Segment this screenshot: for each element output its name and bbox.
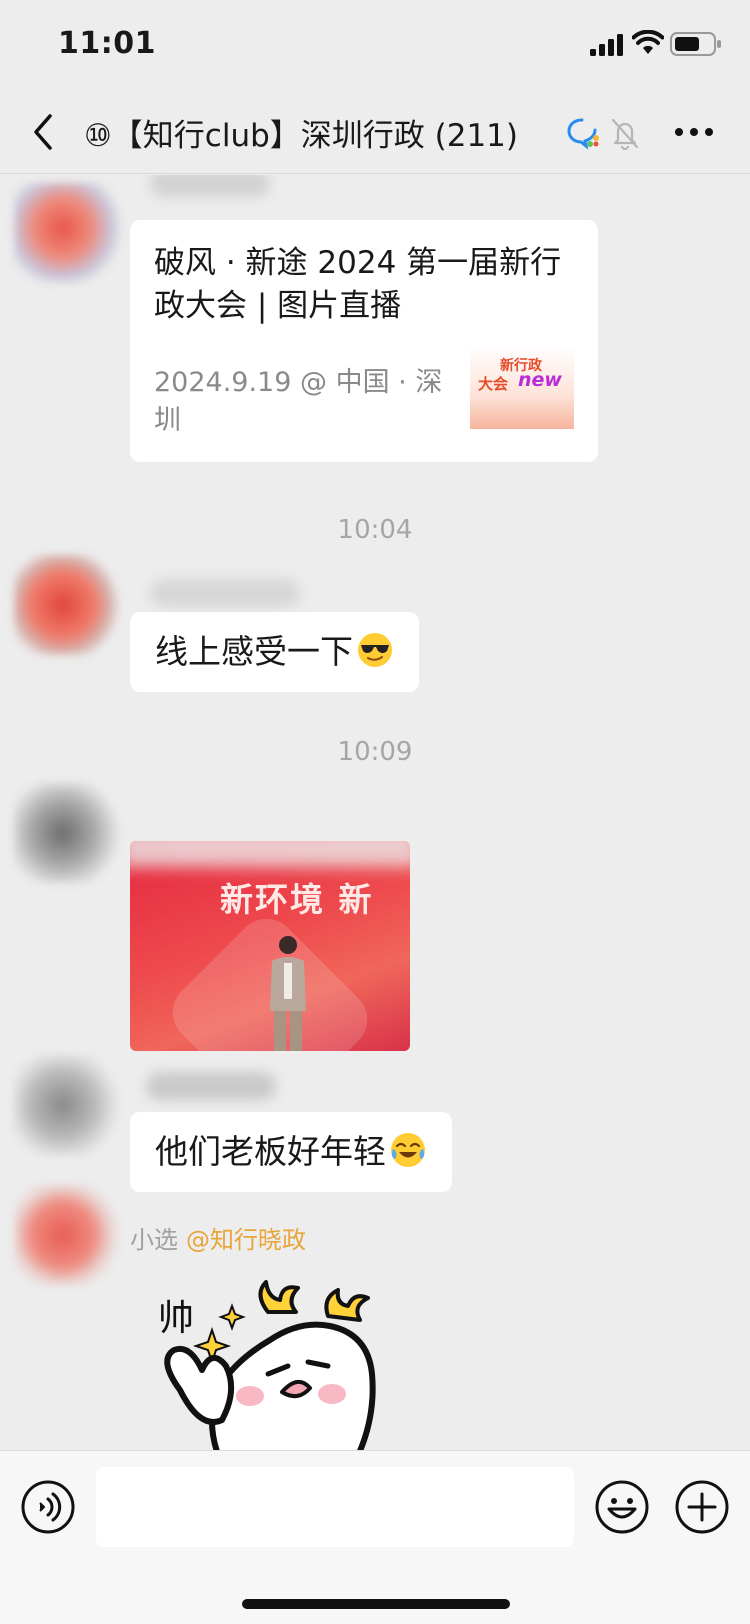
wifi-icon <box>632 30 664 54</box>
message-text: 他们老板好年轻 <box>155 1132 386 1171</box>
avatar[interactable] <box>14 1055 122 1155</box>
status-time: 11:01 <box>58 26 156 61</box>
laughing-crying-emoji-icon <box>391 1133 425 1167</box>
sunglasses-emoji-icon <box>358 633 392 667</box>
timestamp: 10:09 <box>337 737 413 767</box>
more-dots-icon[interactable] <box>674 122 714 142</box>
avatar[interactable] <box>14 1185 122 1285</box>
card-title: 破风 · 新途 2024 第一届新行政大会 | 图片直播 <box>154 245 562 324</box>
emoji-icon[interactable] <box>594 1479 650 1535</box>
voice-icon[interactable] <box>20 1479 76 1535</box>
thumb-text: 大会 <box>478 375 509 393</box>
mention-link[interactable]: @知行晓政 <box>186 1226 306 1254</box>
card-thumbnail: 新行政 大会 new <box>470 345 574 429</box>
avatar[interactable] <box>14 183 122 283</box>
image-message[interactable]: 新环境 新 <box>130 841 410 1051</box>
chat-header: ⑩【知行club】深圳行政 (211) <box>0 90 750 174</box>
plus-icon[interactable] <box>674 1479 730 1535</box>
sender-name-blurred <box>150 175 270 197</box>
wecom-chat-icon[interactable] <box>566 116 602 150</box>
link-card[interactable]: 破风 · 新途 2024 第一届新行政大会 | 图片直播 2024.9.19 @… <box>130 220 598 462</box>
avatar[interactable] <box>14 555 122 655</box>
message-text: 线上感受一下 <box>155 632 353 671</box>
message-bubble[interactable]: 线上感受一下 <box>130 612 419 692</box>
home-indicator <box>242 1599 510 1609</box>
status-bar: 11:01 <box>0 0 750 90</box>
sender-name-blurred <box>150 579 300 607</box>
card-meta: 2024.9.19 @ 中国 · 深圳 <box>154 367 443 436</box>
thumb-text: new <box>518 369 562 391</box>
timestamp: 10:04 <box>337 515 413 545</box>
photo-top-blur <box>130 841 410 867</box>
chat-title: ⑩【知行club】深圳行政 (211) <box>84 118 518 154</box>
back-icon[interactable] <box>28 112 58 152</box>
message-input[interactable] <box>96 1467 574 1547</box>
sender-line: 小选 @知行晓政 <box>130 1220 306 1255</box>
message-bubble[interactable]: 他们老板好年轻 <box>130 1112 452 1192</box>
battery-icon <box>670 32 721 56</box>
signal-icon <box>590 34 623 56</box>
dragon-sticker: 帅 <box>158 1280 376 1450</box>
sender-name: 小选 <box>130 1226 178 1254</box>
bell-off-icon <box>611 118 639 150</box>
avatar[interactable] <box>14 783 122 883</box>
sender-name-blurred <box>146 1072 276 1100</box>
message-list[interactable]: 破风 · 新途 2024 第一届新行政大会 | 图片直播 2024.9.19 @… <box>0 175 750 1450</box>
sticker-message[interactable]: 帅 <box>150 1270 390 1450</box>
speaker-figure <box>270 936 306 1051</box>
input-bar <box>0 1450 750 1624</box>
photo-banner-text: 新环境 新 <box>220 880 374 919</box>
sticker-text: 帅 <box>158 1298 194 1339</box>
